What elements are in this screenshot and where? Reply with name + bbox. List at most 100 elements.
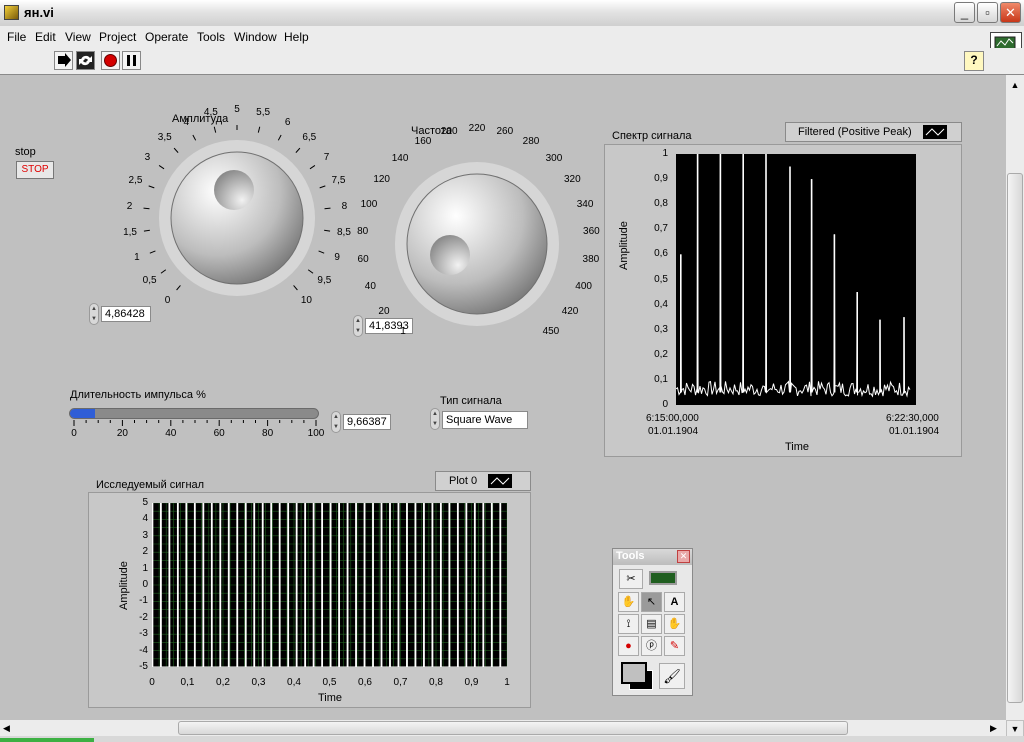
maximize-button[interactable]: ▫ (977, 2, 998, 23)
amplitude-scale-label: 2,5 (128, 175, 143, 187)
vertical-scroll-thumb[interactable] (1007, 173, 1023, 703)
edit-text-icon[interactable]: A (664, 592, 685, 612)
spectrum-x-end-time: 6:22:30,000 (886, 413, 939, 424)
pulse-slider-track[interactable] (69, 408, 319, 419)
spectrum-plot[interactable] (676, 154, 916, 405)
scroll-up-arrow-icon[interactable]: ▲ (1007, 77, 1023, 93)
amplitude-tick (143, 207, 150, 210)
pulse-spinner[interactable]: ▲ ▼ (331, 411, 341, 433)
frequency-scale-label: 380 (582, 254, 600, 265)
pulse-tick-label: 40 (165, 428, 177, 439)
amplitude-tick (307, 269, 314, 274)
scroll-window-hand-icon[interactable]: ✋ (664, 614, 685, 634)
probe-data-icon[interactable]: ⓟ (641, 636, 662, 656)
waveform-legend-swatch (488, 474, 512, 488)
signal-type-spinner[interactable]: ▲ ▼ (430, 408, 440, 430)
run-continuously-button[interactable] (76, 51, 95, 70)
automatic-tool-selection-icon[interactable]: ✂ (619, 569, 643, 589)
minimize-button[interactable]: _ (954, 2, 975, 23)
amplitude-tick (213, 126, 217, 133)
waveform-x-tick-label: 0,8 (429, 677, 443, 688)
pause-button[interactable] (122, 51, 141, 70)
waveform-label: Исследуемый сигнал (96, 479, 205, 491)
position-size-arrow-icon[interactable]: ↖ (641, 592, 662, 612)
scroll-down-arrow-icon[interactable]: ▼ (1007, 721, 1023, 737)
spectrum-legend[interactable]: Filtered (Positive Peak) (785, 122, 962, 142)
amplitude-tick (295, 147, 301, 153)
menu-tools[interactable]: Tools (197, 30, 225, 44)
menu-file[interactable]: File (7, 30, 26, 44)
horizontal-scroll-thumb[interactable] (178, 721, 848, 735)
breakpoint-icon[interactable]: ● (618, 636, 639, 656)
amplitude-spinner[interactable]: ▲ ▼ (89, 303, 99, 325)
menu-window[interactable]: Window (234, 30, 277, 44)
scroll-left-arrow-icon[interactable]: ◀ (3, 720, 17, 736)
spectrum-y-tick-label: 0,6 (654, 248, 668, 260)
amplitude-tick (293, 285, 298, 291)
amplitude-scale-label: 8 (341, 200, 348, 212)
operate-value-hand-icon[interactable]: ✋ (618, 592, 639, 612)
run-button[interactable] (54, 51, 73, 70)
get-color-dropper-icon[interactable]: ✎ (664, 636, 685, 656)
menu-help[interactable]: Help (284, 30, 309, 44)
set-color-brush-icon[interactable]: 🖌 (659, 663, 685, 689)
amplitude-tick (277, 134, 282, 141)
waveform-y-tick-label: 3 (142, 529, 148, 541)
spectrum-y-tick-label: 0,8 (654, 198, 668, 210)
window-title: ян.vi (24, 5, 54, 20)
abort-stop-icon (104, 54, 117, 67)
amplitude-value[interactable]: 4,86428 (101, 306, 151, 322)
automatic-tool-led[interactable] (649, 571, 677, 585)
set-color-swatch-icon[interactable] (619, 660, 655, 690)
horizontal-scrollbar[interactable]: ◀ ▶ (0, 720, 1006, 736)
amplitude-tick (173, 147, 179, 153)
spectrum-y-tick-label: 0,2 (654, 348, 668, 360)
run-continuously-icon (79, 55, 92, 66)
frequency-knob[interactable] (406, 173, 548, 315)
close-button[interactable]: ✕ (1000, 2, 1021, 23)
tools-palette-close[interactable]: ✕ (677, 550, 690, 563)
abort-button[interactable] (101, 51, 120, 70)
frequency-scale-label: 100 (360, 198, 378, 210)
pulse-value[interactable]: 9,66387 (343, 414, 391, 430)
spectrum-y-tick-label: 0,5 (654, 273, 668, 285)
waveform-x-tick-label: 0,4 (287, 677, 301, 688)
menu-operate[interactable]: Operate (145, 30, 188, 44)
amplitude-scale-label: 10 (300, 294, 312, 306)
menu-edit[interactable]: Edit (35, 30, 56, 44)
frequency-scale-label: 80 (357, 225, 369, 237)
pulse-tick-label: 20 (116, 428, 128, 439)
pulse-tick-label: 100 (307, 428, 325, 439)
amplitude-tick (324, 207, 331, 210)
vertical-scrollbar[interactable]: ▲ (1006, 75, 1024, 720)
frequency-scale-label: 220 (468, 123, 486, 134)
stop-label: stop (15, 146, 36, 158)
frequency-scale-label: 340 (576, 198, 594, 210)
waveform-x-tick-label: 0,7 (393, 677, 408, 688)
scroll-right-arrow-icon[interactable]: ▶ (990, 720, 1004, 736)
tools-palette: Tools ✕ ✂ ✋ ↖ A ⟟ ▤ ✋ ● ⓟ ✎ 🖌 (612, 548, 693, 696)
frequency-scale-label: 20 (378, 305, 390, 317)
signal-type-select[interactable]: Square Wave (442, 411, 528, 429)
menu-view[interactable]: View (65, 30, 91, 44)
pulse-slider-ticks (73, 420, 317, 426)
waveform-legend[interactable]: Plot 0 (435, 471, 531, 491)
waveform-y-tick-label: -2 (139, 611, 148, 623)
tools-palette-titlebar: Tools ✕ (613, 549, 692, 565)
connect-wire-icon[interactable]: ⟟ (618, 614, 639, 634)
waveform-x-tick-label: 0,5 (322, 677, 337, 688)
status-progress (0, 738, 94, 742)
object-shortcut-menu-icon[interactable]: ▤ (641, 614, 662, 634)
spectrum-x-start-time: 6:15:00,000 (646, 413, 699, 424)
waveform-plot[interactable] (152, 503, 507, 667)
frequency-scale-label: 140 (391, 152, 409, 164)
amplitude-tick (176, 285, 181, 291)
waveform-x-tick-label: 0,6 (358, 677, 372, 688)
spectrum-x-start-date: 01.01.1904 (648, 426, 699, 437)
menu-project[interactable]: Project (99, 30, 136, 44)
menu-bar: File Edit View Project Operate Tools Win… (0, 26, 1024, 49)
stop-button[interactable]: STOP (16, 161, 54, 179)
context-help-button[interactable]: ? (964, 51, 984, 71)
spectrum-label: Спектр сигнала (612, 130, 692, 142)
frequency-spinner[interactable]: ▲ ▼ (353, 315, 363, 337)
